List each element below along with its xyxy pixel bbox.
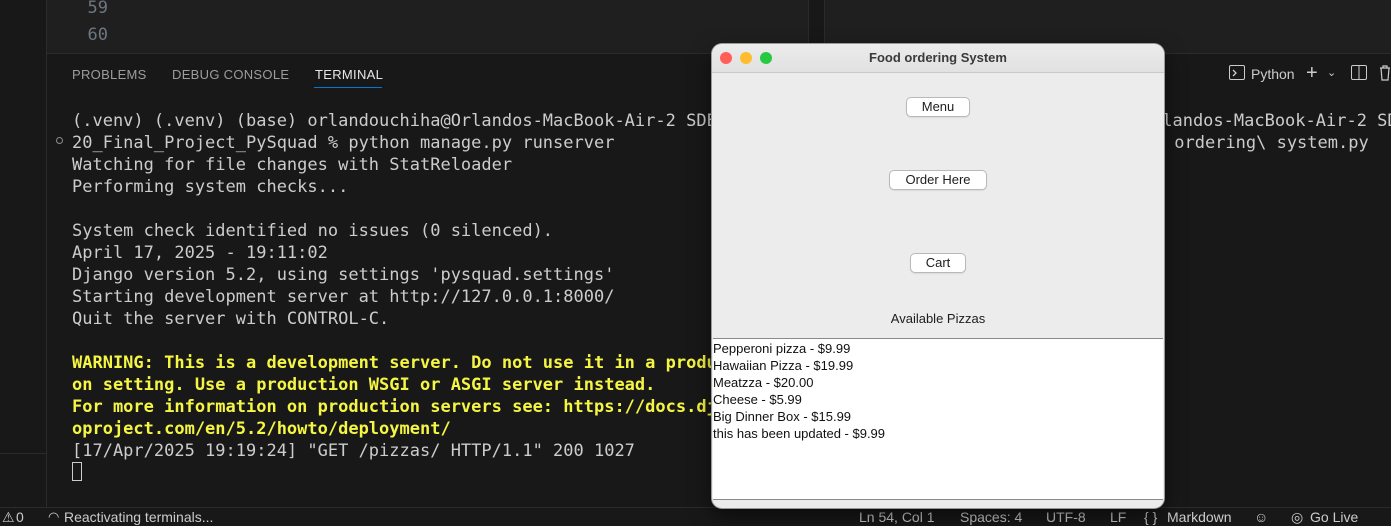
order-here-button[interactable]: Order Here <box>889 170 987 190</box>
terminal-log-line: [17/Apr/2025 19:19:24] "GET /pizzas/ HTT… <box>72 441 635 461</box>
terminal-warning-line: For more information on production serve… <box>72 397 728 417</box>
problems-count[interactable]: 0 <box>16 509 24 525</box>
terminal-line: Performing system checks... <box>72 177 349 197</box>
terminal-shell-icon[interactable] <box>1229 65 1246 84</box>
list-item[interactable]: Meatzza - $20.00 <box>713 374 813 391</box>
terminal-line: (.venv) (.venv) (base) orlandouchiha@Orl… <box>72 111 728 131</box>
end-of-line[interactable]: LF <box>1110 509 1126 525</box>
terminal-line: 20_Final_Project_PySquad % python manage… <box>72 133 615 153</box>
trash-icon[interactable] <box>1379 65 1391 84</box>
tab-debug-console[interactable]: DEBUG CONSOLE <box>172 67 289 82</box>
terminal-warning-line: on setting. Use a production WSGI or ASG… <box>72 375 656 395</box>
list-item[interactable]: Hawaiian Pizza - $19.99 <box>713 357 853 374</box>
indentation[interactable]: Spaces: 4 <box>960 509 1022 525</box>
split-terminal-icon[interactable] <box>1351 65 1368 84</box>
broadcast-icon: ◎ <box>1291 509 1304 525</box>
terminal-line: Quit the server with CONTROL-C. <box>72 309 390 329</box>
spinner-icon: ◠ <box>48 509 60 524</box>
line-number: 59 <box>87 0 108 18</box>
tab-problems[interactable]: PROBLEMS <box>72 67 147 82</box>
encoding[interactable]: UTF-8 <box>1046 509 1086 525</box>
tab-terminal[interactable]: TERMINAL <box>315 67 383 82</box>
terminal-line: Django version 5.2, using settings 'pysq… <box>72 265 615 285</box>
list-item[interactable]: this has been updated - $9.99 <box>713 425 885 442</box>
available-pizzas-label: Available Pizzas <box>890 311 986 326</box>
status-bar: ⚠ 0 ◠ Reactivating terminals... Ln 54, C… <box>0 507 1391 526</box>
language-mode[interactable]: Markdown <box>1167 509 1232 525</box>
list-item[interactable]: Big Dinner Box - $15.99 <box>713 408 851 425</box>
terminal-line: ordering\ system.py <box>1164 133 1369 153</box>
activity-bar <box>0 0 47 507</box>
terminal-line: April 17, 2025 - 19:11:02 <box>72 243 328 263</box>
terminal-line: rlandos-MacBook-Air-2 SD <box>1152 111 1391 131</box>
editor-pane-left[interactable] <box>47 0 808 54</box>
new-terminal-icon[interactable]: + <box>1306 62 1318 85</box>
active-tab-indicator <box>314 87 382 88</box>
list-item[interactable]: Cheese - $5.99 <box>713 391 802 408</box>
go-live-button[interactable]: Go Live <box>1310 509 1358 525</box>
terminal-warning-line: oproject.com/en/5.2/howto/deployment/ <box>72 419 451 439</box>
terminal-line: Watching for file changes with StatReloa… <box>72 155 513 175</box>
cart-button[interactable]: Cart <box>910 253 966 273</box>
line-number: 60 <box>87 25 108 45</box>
terminal-line: System check identified no issues (0 sil… <box>72 221 554 241</box>
food-ordering-window: Food ordering System Menu Order Here Car… <box>712 44 1164 508</box>
activity-divider <box>0 453 46 454</box>
terminal-shell-label[interactable]: Python <box>1251 66 1295 82</box>
copilot-icon[interactable]: ☺ <box>1254 509 1268 525</box>
cursor-position[interactable]: Ln 54, Col 1 <box>859 509 935 525</box>
terminal-line: Starting development server at http://12… <box>72 287 615 307</box>
pizza-listbox[interactable]: Pepperoni pizza - $9.99 Hawaiian Pizza -… <box>713 338 1163 500</box>
command-status-icon <box>56 137 63 144</box>
window-title: Food ordering System <box>869 50 1007 65</box>
status-message: Reactivating terminals... <box>64 509 214 525</box>
terminal-warning-line: WARNING: This is a development server. D… <box>72 353 728 373</box>
terminal-cursor[interactable] <box>72 462 82 481</box>
menu-button[interactable]: Menu <box>906 97 970 117</box>
window-titlebar[interactable]: Food ordering System <box>712 44 1164 73</box>
braces-icon: { } <box>1144 509 1158 525</box>
warning-icon[interactable]: ⚠ <box>2 509 15 526</box>
list-item[interactable]: Pepperoni pizza - $9.99 <box>713 340 850 357</box>
chevron-down-icon[interactable]: ⌄ <box>1327 66 1336 79</box>
